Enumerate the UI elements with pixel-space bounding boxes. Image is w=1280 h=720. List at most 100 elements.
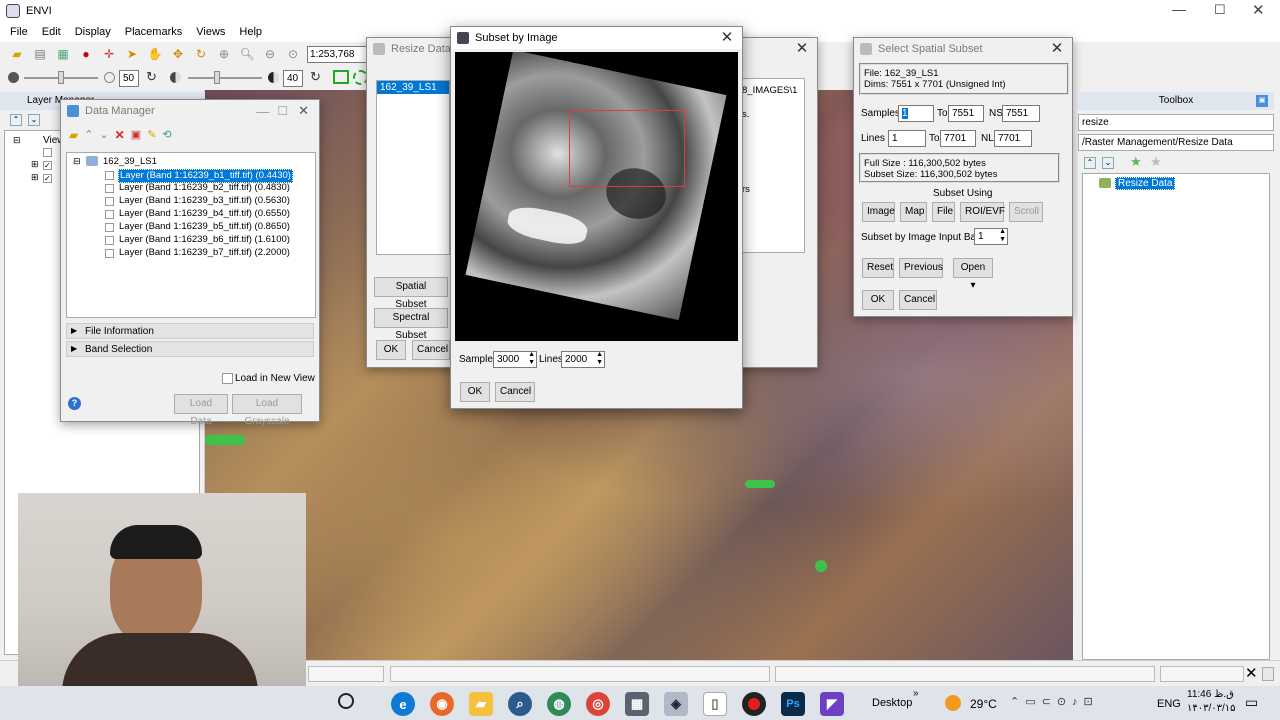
roi-icon[interactable] [333,70,349,84]
stretch-field[interactable]: 40 [283,70,303,87]
close-all-icon[interactable]: ▣ [131,128,141,142]
help-icon[interactable]: ? [68,397,81,410]
edge-icon[interactable]: e [391,692,415,716]
expand-toggle-icon[interactable]: ⊟ [13,135,21,146]
layer-checkbox[interactable] [105,171,114,180]
layer-checkbox-checked[interactable]: ✓ [43,174,52,183]
band-layer-item[interactable]: Layer (Band 1:16239_b5_tiff.tif) (0.8650… [119,221,290,233]
select-icon[interactable]: ➤ [123,45,141,63]
layer-checkbox[interactable] [105,210,114,219]
spinner-icon[interactable]: ▲ ▼ [596,351,603,367]
lines-field[interactable]: 2000 ▲ ▼ [561,351,605,368]
globe-icon[interactable]: ◍ [547,692,571,716]
open-dropdown-button[interactable]: Open ▾ [953,258,993,291]
band-selection-section[interactable]: ▶ Band Selection [66,341,314,357]
close-file-icon[interactable]: ✕ [115,128,125,142]
close-icon[interactable]: ✕ [298,103,319,119]
toolbox-item-resize-data[interactable]: Resize Data [1115,177,1176,190]
menu-placemarks[interactable]: Placemarks [125,26,182,38]
cancel-button[interactable]: Cancel [899,290,937,310]
refresh-stretch-icon[interactable]: ↻ [310,69,321,85]
clock-date[interactable]: ۱۴۰۳/۰۳/۱۵ [1187,703,1236,714]
refresh-icon[interactable]: ↻ [146,69,157,85]
close-icon[interactable]: ✕ [712,28,742,48]
zoom-out-icon[interactable]: ⊖ [261,45,279,63]
close-icon[interactable]: ✕ [1042,39,1072,59]
subset-file-button[interactable]: File [932,202,955,222]
maximize-icon[interactable]: ☐ [1214,2,1226,18]
firefox-icon[interactable]: ◉ [430,692,454,716]
pin-icon[interactable]: ✎ [147,128,156,142]
load-new-view-checkbox[interactable] [222,373,233,384]
zoom-field[interactable]: 50 [119,70,139,87]
search-app-icon[interactable]: ⌕ [508,692,532,716]
ok-button[interactable]: OK [862,290,894,310]
band-layer-item[interactable]: Layer (Band 1:16239_b7_tiff.tif) (2.2000… [119,247,290,259]
calculator-icon[interactable]: ▦ [625,692,649,716]
samples-field[interactable]: 3000 ▲ ▼ [493,351,537,368]
file-explorer-icon[interactable]: ▰ [469,692,493,716]
layer-checkbox-checked[interactable]: ✓ [43,161,52,170]
zoom-in-icon[interactable]: 🔍︎ [238,45,256,63]
ns-field[interactable]: 7551 [1002,105,1040,122]
reset-button[interactable]: Reset [862,258,894,278]
document-icon[interactable]: ▯ [703,692,727,716]
contrast-slider-thumb[interactable] [214,71,220,84]
input-band-field[interactable]: 1 ▲ ▼ [974,228,1008,245]
zoom-icon[interactable]: ⊕ [215,45,233,63]
file-information-section[interactable]: ▶ File Information [66,323,314,339]
cancel-process-icon[interactable]: ✕ [1245,664,1258,682]
move-icon[interactable]: ✥ [169,45,187,63]
menu-display[interactable]: Display [75,26,111,38]
expand-toggle-icon[interactable]: ⊞ [31,172,39,183]
layer-checkbox[interactable] [43,148,52,157]
ok-button[interactable]: OK [460,382,490,402]
load-grayscale-button[interactable]: Load Grayscale [232,394,302,427]
lines-to-field[interactable]: 7701 [940,130,976,147]
collapse-all-icon[interactable]: ⌃ [10,114,22,126]
subset-map-button[interactable]: Map [900,202,927,222]
expand-toggle-icon[interactable]: ⊞ [31,159,39,170]
crosshair-icon[interactable]: ✛ [100,45,118,63]
samples-to-field[interactable]: 7551 [948,105,984,122]
menu-edit[interactable]: Edit [42,26,61,38]
menu-views[interactable]: Views [196,26,225,38]
record-icon[interactable] [742,692,766,716]
subset-image-button[interactable]: Image [862,202,895,222]
collapse-icon[interactable]: ⌃ [84,128,93,142]
layer-checkbox[interactable] [105,184,114,193]
subset-scroll-button[interactable]: Scroll [1009,202,1043,222]
pin-panel-icon[interactable]: ▣ [1256,95,1268,107]
maximize-icon[interactable]: ☐ [277,104,298,118]
ok-button[interactable]: OK [376,340,406,360]
cancel-button[interactable]: Cancel [412,340,450,360]
nl-field[interactable]: 7701 [994,130,1032,147]
band-layer-item[interactable]: Layer (Band 1:16239_b6_tiff.tif) (1.6100… [119,234,290,246]
envi-taskbar-icon[interactable]: ◈ [664,692,688,716]
spinner-icon[interactable]: ▲ ▼ [999,228,1006,244]
lines-from-field[interactable]: 1 [888,130,926,147]
link-icon[interactable]: ⟲ [162,128,171,142]
chevron-up-icon[interactable]: » [913,688,919,699]
contrast-slider[interactable] [188,77,262,79]
band-layer-item[interactable]: Layer (Band 1:16239_b3_tiff.tif) (0.5630… [119,195,290,207]
open-folder-icon[interactable]: ▰ [8,45,26,63]
star-icon[interactable]: ★ [1150,154,1162,170]
file-list-item-selected[interactable]: 162_39_LS1 [377,81,449,94]
clipboard-icon[interactable]: ▤ [31,45,49,63]
tray-icons[interactable]: ⌃▭⊂⊙♪⊡ [1010,695,1099,708]
visual-studio-icon[interactable]: ◤ [820,692,844,716]
cancel-button[interactable]: Cancel [495,382,535,402]
tree-root-file[interactable]: 162_39_LS1 [103,156,157,168]
expand-icon[interactable]: ⌄ [99,128,108,142]
previous-button[interactable]: Previous [899,258,943,278]
band-layer-item[interactable]: Layer (Band 1:16239_b2_tiff.tif) (0.4830… [119,182,290,194]
favorite-star-icon[interactable]: ★ [1130,154,1142,170]
spatial-subset-button[interactable]: Spatial Subset [374,277,448,310]
layer-checkbox[interactable] [105,249,114,258]
expand-all-icon[interactable]: ⌄ [28,114,40,126]
expand-all-icon[interactable]: ⌄ [1102,157,1114,169]
pan-icon[interactable]: ✋ [146,45,164,63]
layer-checkbox[interactable] [105,197,114,206]
rotate-icon[interactable]: ↻ [192,45,210,63]
